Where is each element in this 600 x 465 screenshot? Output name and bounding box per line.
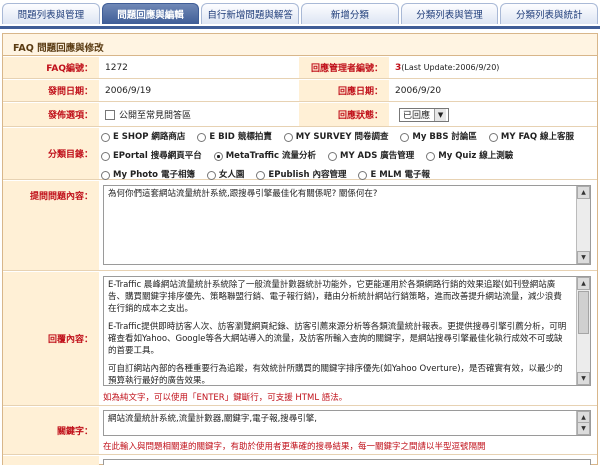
row-categories: 分類目錄： E SHOP 網路商店 E BID 競標拍賣 MY SURVEY 問… <box>3 128 597 180</box>
publish-checkbox[interactable] <box>105 109 115 120</box>
scroll-up-icon[interactable]: ▲ <box>577 277 590 290</box>
row-ids: FAQ編號： 1272 回應管理者編號： 3 (Last Update:2006… <box>3 57 597 79</box>
scroll-thumb[interactable] <box>578 291 589 335</box>
faq-id-label: FAQ編號： <box>3 57 99 78</box>
category-option-label: EPortal 搜尋網頁平台 <box>113 150 202 161</box>
radio-button[interactable] <box>358 170 368 180</box>
answer-hint: 如為純文字，可以使用「ENTER」鍵斷行，可支援 HTML 語法。 <box>103 393 348 403</box>
tab-question-list[interactable]: 問題列表與管理 <box>2 3 100 24</box>
reply-date-value: 2006/9/20 <box>389 80 597 101</box>
category-option[interactable]: My BBS 討論區 <box>400 130 477 146</box>
manager-id-cell: 3 (Last Update:2006/9/20) <box>389 57 597 78</box>
radio-button[interactable] <box>101 133 110 143</box>
manager-id-label: 回應管理者編號： <box>299 57 389 78</box>
publish-option-label: 公開至常見問答區 <box>119 111 192 121</box>
tab-category-manage[interactable]: 分類列表與管理 <box>400 3 499 24</box>
ask-date-label: 發問日期： <box>3 80 99 101</box>
row-dates: 發問日期： 2006/9/19 回應日期： 2006/9/20 <box>3 80 597 102</box>
category-label: 分類目錄： <box>3 128 99 179</box>
category-option-label: MY ADS 廣告管理 <box>339 150 415 161</box>
reply-date-label: 回應日期： <box>299 80 389 101</box>
tab-category-stats[interactable]: 分類列表與統計 <box>500 3 599 24</box>
category-option[interactable]: MY FAQ 線上客服 <box>488 130 575 146</box>
tab-add-question[interactable]: 自行新增問題與解答 <box>201 3 300 24</box>
status-select[interactable]: 已回應 ▼ <box>399 107 450 122</box>
scroll-up-icon[interactable]: ▲ <box>577 186 590 199</box>
status-label: 回應狀態： <box>299 103 389 126</box>
row-answer: 回覆內容： E-Traffic 晨峰網站流量統計系統除了一般流量計數器統計功能外… <box>3 272 597 406</box>
row-question: 提問問題內容： 為何你們這套網站流量統計系統,跟搜尋引擎最佳化有關係呢? 關係何… <box>3 181 597 271</box>
chevron-down-icon: ▼ <box>434 108 447 121</box>
category-option[interactable]: E BID 競標拍賣 <box>197 130 272 146</box>
answer-paragraph: E-Traffic提供即時訪客人次、訪客瀏覽網頁紀錄、訪客引薦來源分析等各類流量… <box>108 322 567 356</box>
category-option-selected[interactable]: MetaTraffic 流量分析 <box>213 149 317 165</box>
category-radio-group: E SHOP 網路商店 E BID 競標拍賣 MY SURVEY 問卷調查 My… <box>101 130 595 186</box>
panel-title: FAQ 問題回應與修改 <box>3 34 597 56</box>
question-textarea[interactable]: 為何你們這套網站流量統計系統,跟搜尋引擎最佳化有關係呢? 關係何在? ▲ ▼ <box>103 185 591 265</box>
answer-label: 回覆內容： <box>3 272 99 405</box>
ask-date-value: 2006/9/19 <box>99 80 299 101</box>
answer-scrollbar[interactable]: ▲ ▼ <box>576 277 590 385</box>
row-next <box>3 456 597 465</box>
question-label: 提問問題內容： <box>3 181 99 270</box>
radio-button[interactable] <box>101 152 110 161</box>
scroll-down-icon[interactable]: ▼ <box>577 372 590 385</box>
category-option-label: My BBS 討論區 <box>412 132 477 142</box>
keyword-label: 關鍵字： <box>3 407 99 454</box>
radio-button[interactable] <box>283 133 293 143</box>
category-option[interactable]: EPortal 搜尋網頁平台 <box>101 149 202 165</box>
radio-button[interactable] <box>426 152 436 161</box>
tab-underline <box>0 26 600 29</box>
category-option-label: MY FAQ 線上客服 <box>500 132 575 142</box>
category-option[interactable]: E SHOP 網路商店 <box>101 130 185 146</box>
row-publish: 發佈選項： 公開至常見問答區 回應狀態： 已回應 ▼ <box>3 103 597 127</box>
question-text: 為何你們這套網站流量統計系統,跟搜尋引擎最佳化有關係呢? 關係何在? <box>108 189 378 199</box>
radio-button[interactable] <box>197 133 207 143</box>
answer-text: E-Traffic 晨峰網站流量統計系統除了一般流量計數器統計功能外，它更能運用… <box>108 279 586 386</box>
keyword-text: 網站流量統計系統,流量計數器,關鍵字,電子報,搜尋引擎, <box>108 414 318 424</box>
row-keywords: 關鍵字： 網站流量統計系統,流量計數器,關鍵字,電子報,搜尋引擎, ▲ ▼ 在此… <box>3 407 597 455</box>
radio-button[interactable] <box>327 152 337 161</box>
faq-form-panel: FAQ 問題回應與修改 FAQ編號： 1272 回應管理者編號： 3 (Last… <box>2 33 598 465</box>
radio-button[interactable] <box>206 170 216 180</box>
answer-textarea[interactable]: E-Traffic 晨峰網站流量統計系統除了一般流量計數器統計功能外，它更能運用… <box>103 276 591 386</box>
answer-paragraph: E-Traffic 晨峰網站流量統計系統除了一般流量計數器統計功能外，它更能運用… <box>108 280 562 314</box>
keyword-textarea[interactable]: 網站流量統計系統,流量計數器,關鍵字,電子報,搜尋引擎, ▲ ▼ <box>103 410 591 436</box>
publish-cell: 公開至常見問答區 <box>99 103 299 126</box>
tab-add-category[interactable]: 新增分類 <box>301 3 399 24</box>
radio-button[interactable] <box>400 133 410 143</box>
category-option[interactable]: My Quiz 線上測驗 <box>426 149 513 165</box>
status-cell: 已回應 ▼ <box>389 103 597 126</box>
tab-bar: 問題列表與管理 問題回應與編輯 自行新增問題與解答 新增分類 分類列表與管理 分… <box>0 0 600 26</box>
category-option-label: E BID 競標拍賣 <box>209 132 272 142</box>
category-option-label: E SHOP 網路商店 <box>113 132 186 142</box>
keyword-scrollbar[interactable]: ▲ ▼ <box>576 411 590 435</box>
publish-label: 發佈選項： <box>3 103 99 126</box>
scroll-down-icon[interactable]: ▼ <box>577 251 590 264</box>
category-option[interactable]: MY SURVEY 問卷調查 <box>283 130 389 146</box>
next-textarea[interactable] <box>103 459 591 465</box>
radio-button[interactable] <box>488 133 498 143</box>
radio-button[interactable] <box>256 170 266 180</box>
category-option[interactable]: MY ADS 廣告管理 <box>327 149 415 165</box>
radio-button[interactable] <box>101 170 110 180</box>
keyword-hint: 在此輸入與問題相關連的關鍵字，有助於使用者更準確的搜尋結果，每一關鍵字之間請以半… <box>103 442 486 452</box>
category-option-label: MetaTraffic 流量分析 <box>225 150 317 161</box>
radio-button-selected[interactable] <box>213 152 223 161</box>
scroll-down-icon[interactable]: ▼ <box>577 422 590 435</box>
answer-paragraph: 可自訂網站內部的各種重要行為追蹤，有效統計所購買的關鍵字排序優先(如Yahoo … <box>108 364 563 386</box>
tab-question-reply[interactable]: 問題回應與編輯 <box>101 3 200 24</box>
faq-id-value: 1272 <box>99 57 299 78</box>
category-option-label: MY SURVEY 問卷調查 <box>295 132 389 142</box>
manager-last-update: (Last Update:2006/9/20) <box>401 63 500 72</box>
status-selected-value: 已回應 <box>403 111 431 121</box>
category-option-label: My Quiz 線上測驗 <box>438 150 514 161</box>
question-scrollbar[interactable]: ▲ ▼ <box>576 186 590 264</box>
next-row-label <box>3 456 99 465</box>
